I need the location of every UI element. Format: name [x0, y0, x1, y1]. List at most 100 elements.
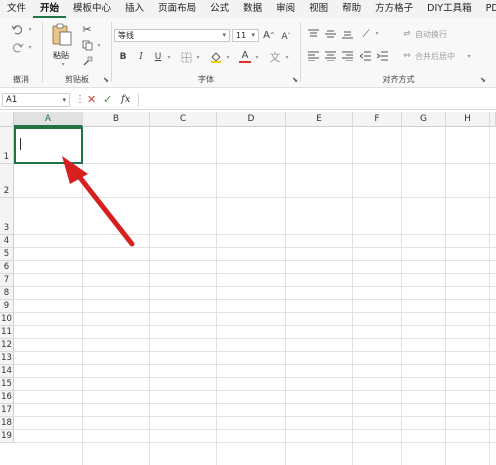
- row-header-16[interactable]: 16: [0, 391, 14, 404]
- column-header-f[interactable]: F: [353, 112, 402, 127]
- red-pointer-arrow: [62, 156, 135, 247]
- row-header-13[interactable]: 13: [0, 352, 14, 365]
- active-cell-a1[interactable]: [14, 127, 83, 164]
- menu-item-5[interactable]: 公式: [203, 0, 236, 18]
- align-top-icon[interactable]: [307, 28, 319, 40]
- column-header-h[interactable]: H: [446, 112, 490, 127]
- more-options-icon[interactable]: ⋮: [75, 93, 85, 107]
- gridline-horizontal: [14, 234, 496, 235]
- italic-icon[interactable]: I: [136, 51, 146, 63]
- row-header-3[interactable]: 3: [0, 198, 14, 235]
- menu-item-8[interactable]: 视图: [302, 0, 335, 18]
- row-header-1[interactable]: 1: [0, 127, 14, 164]
- select-all-corner[interactable]: [0, 112, 14, 127]
- wrap-text-icon[interactable]: ⇌: [401, 28, 413, 40]
- align-bottom-icon[interactable]: [341, 28, 353, 40]
- align-center-icon[interactable]: [324, 50, 336, 62]
- menu-item-11[interactable]: DIY工具箱: [420, 0, 478, 18]
- paste-icon[interactable]: [51, 23, 73, 47]
- cut-icon[interactable]: ✂: [81, 23, 93, 36]
- font-color-dropdown-icon[interactable]: ▾: [253, 53, 261, 61]
- row-header-7[interactable]: 7: [0, 274, 14, 287]
- decrease-font-icon[interactable]: Aˇ: [279, 30, 293, 43]
- alignment-launcher-icon[interactable]: ⬊: [480, 76, 486, 84]
- row-header-18[interactable]: 18: [0, 417, 14, 430]
- orientation-dropdown-icon[interactable]: ▾: [373, 29, 381, 37]
- row-header-8[interactable]: 8: [0, 287, 14, 300]
- border-dropdown-icon[interactable]: ▾: [194, 53, 202, 61]
- copy-icon[interactable]: [81, 39, 93, 51]
- row-header-11[interactable]: 11: [0, 326, 14, 339]
- row-header-19[interactable]: 19: [0, 430, 14, 443]
- column-header-a[interactable]: A: [14, 112, 83, 127]
- increase-font-icon[interactable]: A ^: [262, 29, 276, 42]
- redo-dropdown-icon[interactable]: ▾: [26, 42, 34, 52]
- row-header-15[interactable]: 15: [0, 378, 14, 391]
- menu-item-1[interactable]: 开始: [33, 0, 67, 18]
- menu-item-3[interactable]: 插入: [118, 0, 151, 18]
- align-right-icon[interactable]: [341, 50, 353, 62]
- merge-dropdown-icon[interactable]: ▾: [465, 52, 473, 60]
- decrease-indent-icon[interactable]: [359, 50, 371, 62]
- merge-center-icon[interactable]: ⇔: [401, 50, 413, 62]
- cancel-icon[interactable]: ✕: [87, 93, 96, 107]
- menu-item-0[interactable]: 文件: [0, 0, 33, 18]
- clipboard-launcher-icon[interactable]: ⬊: [103, 76, 109, 84]
- row-header-17[interactable]: 17: [0, 404, 14, 417]
- column-header-g[interactable]: G: [402, 112, 446, 127]
- worksheet-grid[interactable]: 19 18 17 16 15 14 13 12 11 10 9 8 7 6 5 4 3 2 1 H G F E D C B A: [0, 112, 496, 465]
- gridline-horizontal: [14, 416, 496, 417]
- phonetic-icon[interactable]: 文: [268, 50, 282, 64]
- menu-item-6[interactable]: 数据: [236, 0, 269, 18]
- menu-item-7[interactable]: 审阅: [269, 0, 302, 18]
- underline-icon[interactable]: U: [153, 51, 163, 63]
- fill-color-dropdown-icon[interactable]: ▾: [224, 53, 232, 61]
- clipboard-group-label: 剪贴板: [65, 75, 89, 84]
- row-header-4[interactable]: 4: [0, 235, 14, 248]
- align-left-icon[interactable]: [307, 50, 319, 62]
- underline-dropdown-icon[interactable]: ▾: [165, 53, 173, 61]
- row-header-10[interactable]: 10: [0, 313, 14, 326]
- row-header-5[interactable]: 5: [0, 248, 14, 261]
- font-group-label: 字体: [198, 75, 214, 84]
- menu-item-12[interactable]: PDF工具: [479, 0, 496, 18]
- row-header-9[interactable]: 9: [0, 300, 14, 313]
- wrap-text-button[interactable]: 自动换行: [415, 29, 447, 40]
- menu-item-2[interactable]: 模板中心: [66, 0, 118, 18]
- column-header-d[interactable]: D: [217, 112, 286, 127]
- redo-icon[interactable]: [10, 40, 24, 54]
- orientation-icon[interactable]: ⟋: [359, 27, 373, 41]
- column-header-c[interactable]: C: [150, 112, 217, 127]
- column-header-e[interactable]: E: [286, 112, 353, 127]
- enter-icon[interactable]: ✓: [103, 93, 112, 107]
- fill-color-icon[interactable]: [210, 51, 222, 63]
- formula-input[interactable]: [138, 93, 496, 107]
- increase-indent-icon[interactable]: [376, 50, 388, 62]
- font-color-icon[interactable]: A: [239, 49, 251, 63]
- font-name-select[interactable]: 等线 ▾: [114, 29, 230, 42]
- undo-dropdown-icon[interactable]: ▾: [26, 24, 34, 34]
- row-header-2[interactable]: 2: [0, 164, 14, 198]
- paste-dropdown-icon[interactable]: ▾: [59, 60, 67, 68]
- font-size-select[interactable]: 11 ▾: [232, 29, 259, 42]
- format-painter-icon[interactable]: [81, 55, 93, 67]
- border-icon[interactable]: [180, 51, 192, 63]
- name-box[interactable]: A1 ▾: [2, 93, 70, 107]
- phonetic-dropdown-icon[interactable]: ▾: [283, 53, 291, 61]
- column-header-b[interactable]: B: [83, 112, 150, 127]
- row-header-6[interactable]: 6: [0, 261, 14, 274]
- menu-item-9[interactable]: 帮助: [335, 0, 368, 18]
- row-header-14[interactable]: 14: [0, 365, 14, 378]
- name-box-value: A1: [6, 95, 18, 105]
- menu-item-10[interactable]: 方方格子: [368, 0, 420, 18]
- undo-icon[interactable]: [10, 22, 24, 36]
- row-header-12[interactable]: 12: [0, 339, 14, 352]
- menu-item-4[interactable]: 页面布局: [151, 0, 203, 18]
- bold-icon[interactable]: B: [118, 51, 128, 63]
- merge-center-button[interactable]: 合并后居中: [415, 51, 455, 62]
- font-launcher-icon[interactable]: ⬊: [292, 76, 298, 84]
- copy-dropdown-icon[interactable]: ▾: [95, 41, 103, 49]
- align-middle-icon[interactable]: [324, 28, 336, 40]
- insert-function-icon[interactable]: fx: [121, 93, 130, 107]
- name-box-caret-icon[interactable]: ▾: [62, 94, 66, 106]
